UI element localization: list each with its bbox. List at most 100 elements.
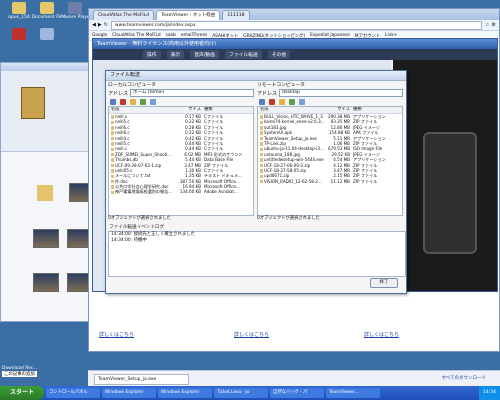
file-row[interactable]: VISION_RADIO_12-62-58-2... 11.12 MB ZIP ファ…	[258, 179, 402, 184]
details-link[interactable]: 詳しくはこちら	[99, 331, 134, 338]
back-icon[interactable]: ◀	[92, 22, 96, 28]
file-name: neill6.c	[115, 130, 130, 136]
local-path-select[interactable]: ホーム (tomei)	[130, 89, 254, 97]
new-folder-icon[interactable]	[279, 98, 285, 105]
file-name: BULL_Vision_HTC_WHVE_1_3...	[264, 114, 324, 119]
file-icon	[111, 158, 114, 162]
desktop-icon[interactable]	[150, 98, 156, 105]
new-folder-icon[interactable]	[130, 98, 136, 105]
desktop-icon-label: VMware Player	[58, 15, 92, 20]
column-name[interactable]: 名前	[258, 107, 324, 113]
system-clock[interactable]: 14:34	[479, 386, 500, 400]
path-row: アドレス desktop	[257, 89, 403, 97]
remote-desktop-right	[393, 60, 497, 291]
file-name: UCF-18-27-06-00-2.zip	[264, 162, 311, 168]
file-icon	[260, 126, 263, 130]
taskbar-item[interactable]: 自然なバッグ - パ	[270, 388, 324, 398]
up-folder-icon[interactable]	[140, 98, 146, 105]
page-links: 詳しくはこちら 詳しくはこちら 詳しくはこちら	[99, 331, 479, 345]
file-icon	[111, 142, 114, 146]
file-icon	[260, 152, 263, 157]
file-name: ZQF_SUMEI_Super_Shooti...	[115, 151, 172, 157]
column-name[interactable]: 名前	[109, 107, 175, 113]
taskbar-item[interactable]: Ticket.Lexa - Jo	[214, 388, 268, 398]
file-name: neill6.c	[115, 124, 130, 130]
show-all-downloads-link[interactable]: すべてのダウンロード	[441, 375, 486, 381]
desktop-icon-network[interactable]	[30, 28, 64, 41]
delete-icon[interactable]	[120, 98, 126, 105]
desktop-icon-vmware[interactable]: VMware Player	[58, 2, 92, 20]
file-icon	[260, 131, 263, 135]
file-name: neill.c	[115, 146, 128, 152]
file-type: ZIP ファイル	[353, 178, 378, 184]
file-name: 件.doc	[115, 178, 128, 184]
details-link[interactable]: 詳しくはこちら	[364, 331, 399, 338]
refresh-icon[interactable]	[259, 98, 265, 105]
local-pane: ローカルコンピュータ アドレス ホーム (tomei) 名前 サイズ 種類 ne…	[108, 82, 254, 227]
file-transfer-dialog: ファイル転送 ローカルコンピュータ アドレス ホーム (tomei) 名前 サイ…	[105, 70, 407, 294]
file-icon	[111, 147, 114, 152]
reload-icon[interactable]: ↻	[104, 22, 108, 28]
tab-teamviewer[interactable]: TeamViewer - ネット経由	[156, 10, 221, 20]
app-icon	[12, 28, 26, 40]
tab-cloudatlas[interactable]: CloudAtlas The MoFILd	[93, 10, 155, 20]
file-icon	[111, 169, 114, 173]
file-icon	[260, 115, 263, 119]
pane-header: リモートコンピュータ	[257, 83, 305, 88]
refresh-icon[interactable]	[110, 98, 116, 105]
delete-icon[interactable]	[269, 98, 275, 105]
remote-path-select[interactable]: desktop	[279, 89, 403, 97]
column-type[interactable]: 種類	[204, 107, 253, 113]
folder-icon[interactable]	[37, 185, 53, 201]
wrench-icon[interactable]: ⚙	[492, 22, 496, 28]
file-icon	[260, 179, 263, 184]
menu-actions[interactable]: 操作	[143, 50, 161, 59]
network-icon	[40, 28, 54, 40]
up-folder-icon[interactable]	[289, 98, 295, 105]
details-link[interactable]: 詳しくはこちら	[234, 331, 269, 338]
image-thumbnail[interactable]	[21, 87, 45, 119]
file-icon	[111, 152, 114, 157]
taskbar-item[interactable]: Windows Explorer	[158, 388, 212, 398]
file-name: SystemUI.apk	[264, 130, 293, 136]
list-header: 名前 サイズ 種類	[109, 107, 253, 114]
file-icon	[260, 136, 263, 141]
column-size[interactable]: サイズ	[175, 107, 204, 113]
column-size[interactable]: サイズ	[324, 107, 353, 113]
pane-toolbar	[257, 97, 403, 106]
address-label: アドレス	[257, 90, 278, 97]
file-name: upd0671.zip	[264, 173, 290, 179]
forward-icon[interactable]: ▶	[98, 22, 102, 28]
video-thumbnail[interactable]	[33, 273, 59, 292]
file-icon	[111, 163, 114, 168]
file-name: neill4.c	[115, 135, 130, 141]
close-button[interactable]: 終了	[370, 278, 398, 288]
dialog-title: ファイル転送	[106, 71, 406, 81]
taskbar-item[interactable]: Windows Explorer	[102, 388, 156, 398]
file-row[interactable]: 神戸電電地域高校選別の報告... 134.60 KB Adobe Acrobat..…	[109, 189, 253, 194]
start-button[interactable]: スタート	[0, 386, 44, 400]
menu-audio-video[interactable]: 音声/動画	[190, 50, 220, 59]
star-icon[interactable]: ☆	[485, 22, 489, 28]
file-icon	[111, 115, 114, 119]
file-name: UCF-18-27-58-05.zip	[264, 167, 307, 173]
download-item[interactable]: TeamViewer_Setup_ja.exe	[94, 374, 189, 385]
file-name: out183.jpg	[264, 124, 287, 130]
video-thumbnail[interactable]	[33, 229, 59, 248]
taskbar-item[interactable]: コントロールパネル	[46, 388, 100, 398]
menu-extras[interactable]: その他	[267, 50, 291, 59]
file-icon	[260, 147, 263, 152]
column-type[interactable]: 種類	[353, 107, 402, 113]
file-icon	[111, 131, 114, 135]
log-title: ファイル転送イベントログ	[109, 225, 165, 230]
menu-file-transfer[interactable]: ファイル転送	[225, 50, 262, 59]
file-icon	[111, 190, 114, 195]
file-size: 134.60 KB	[179, 189, 201, 195]
tab-111118[interactable]: 111118	[222, 10, 250, 20]
desktop-icon[interactable]	[299, 98, 305, 105]
taskbar-item[interactable]: TeamViewer...	[326, 388, 380, 398]
url-input[interactable]: www.teamviewer.com/ja/index.aspx	[110, 20, 483, 30]
menu-view[interactable]: 表示	[166, 50, 185, 59]
desktop-bottom-labels: Download Rec... この記事の追加	[2, 366, 88, 377]
desktop-label: この記事の追加	[2, 371, 37, 377]
